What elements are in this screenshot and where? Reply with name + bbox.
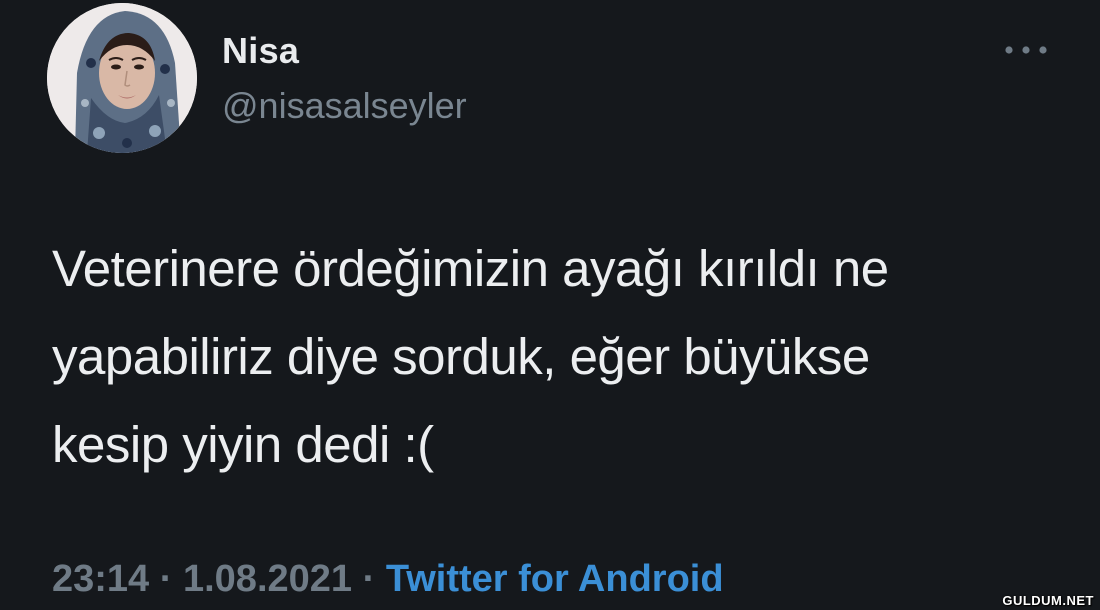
meta-separator: · bbox=[149, 558, 183, 600]
avatar-image bbox=[47, 3, 197, 153]
ellipsis-icon bbox=[1005, 46, 1047, 54]
tweet-meta: 23:14 · 1.08.2021 · Twitter for Android bbox=[52, 558, 724, 601]
watermark: GULDUM.NET bbox=[1002, 593, 1094, 608]
tweet-time[interactable]: 23:14 bbox=[52, 558, 149, 600]
display-name[interactable]: Nisa bbox=[222, 30, 299, 72]
tweet-text: Veterinere ördeğimizin ayağı kırıldı ne … bbox=[52, 240, 889, 473]
avatar[interactable] bbox=[47, 3, 197, 153]
tweet-date[interactable]: 1.08.2021 bbox=[183, 558, 352, 600]
tweet-source-link[interactable]: Twitter for Android bbox=[386, 558, 724, 600]
meta-separator: · bbox=[352, 558, 386, 600]
more-options-button[interactable] bbox=[996, 30, 1056, 70]
user-handle[interactable]: @nisasalseyler bbox=[222, 85, 467, 127]
tweet-card: Nisa @nisasalseyler Veterinere ördeğimiz… bbox=[0, 0, 1100, 610]
